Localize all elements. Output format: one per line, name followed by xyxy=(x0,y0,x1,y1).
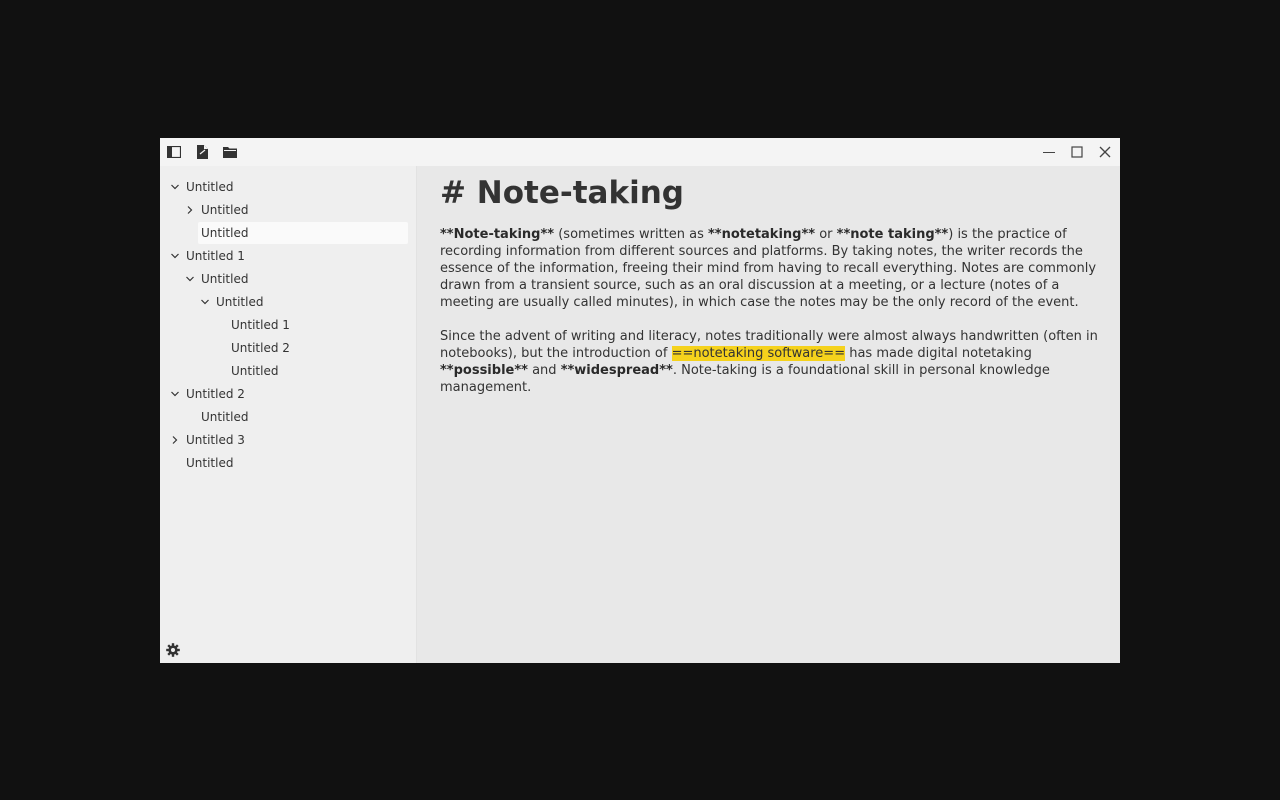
new-note-icon xyxy=(196,145,208,159)
app-window: Untitled Untitled Untitled Untitled 1 Untitl… xyxy=(160,138,1120,663)
sidebar: Untitled Untitled Untitled Untitled 1 Untitl… xyxy=(160,166,417,663)
bold-text: **possible** xyxy=(440,363,528,378)
bold-text: **note taking** xyxy=(836,227,949,242)
document-heading: # Note-taking xyxy=(440,175,684,211)
tree-item-label: Untitled xyxy=(201,272,249,286)
titlebar xyxy=(160,138,1120,166)
open-folder-button[interactable] xyxy=(221,143,239,161)
maximize-button[interactable] xyxy=(1068,143,1086,161)
sidebar-tree-item[interactable]: Untitled 3 xyxy=(168,429,408,451)
sidebar-tree-item[interactable]: Untitled xyxy=(168,268,408,290)
sidebar-tree-item[interactable]: Untitled 2 xyxy=(168,337,408,359)
sidebar-tree-item[interactable]: Untitled xyxy=(168,406,408,428)
chevron-right-icon[interactable] xyxy=(184,199,196,221)
tree-item-label: Untitled xyxy=(216,295,264,309)
chevron-down-icon[interactable] xyxy=(184,268,196,290)
paragraph-2: Since the advent of writing and literacy… xyxy=(440,328,1100,396)
text-span: or xyxy=(815,227,837,242)
bold-text: **notetaking** xyxy=(708,227,816,242)
chevron-down-icon[interactable] xyxy=(169,383,181,405)
new-note-button[interactable] xyxy=(193,143,211,161)
text-span: and xyxy=(527,363,561,378)
folder-icon xyxy=(223,146,237,158)
tree-item-label: Untitled xyxy=(231,364,279,378)
paragraph-1: **Note-taking** (sometimes written as **… xyxy=(440,226,1100,311)
tree-item-label: Untitled xyxy=(201,203,249,217)
sidebar-tree-item[interactable]: Untitled xyxy=(168,291,408,313)
tree-item-label: Untitled xyxy=(201,410,249,424)
tree-item-label: Untitled 1 xyxy=(231,318,290,332)
tree-item-label: Untitled 2 xyxy=(231,341,290,355)
bold-text: **widespread** xyxy=(560,363,673,378)
tree-item-label: Untitled 2 xyxy=(186,387,245,401)
tree-item-label: Untitled 1 xyxy=(186,249,245,263)
sidebar-tree-item[interactable]: Untitled 1 xyxy=(168,314,408,336)
minimize-button[interactable] xyxy=(1040,143,1058,161)
maximize-icon xyxy=(1070,145,1084,159)
text-span: has made digital notetaking xyxy=(845,346,1032,361)
bold-text: **Note-taking** xyxy=(440,227,555,242)
close-icon xyxy=(1098,145,1112,159)
chevron-down-icon[interactable] xyxy=(169,245,181,267)
sidebar-tree-item[interactable]: Untitled xyxy=(168,176,408,198)
tree-item-label: Untitled 3 xyxy=(186,433,245,447)
tree-item-label: Untitled xyxy=(201,226,249,240)
chevron-right-icon[interactable] xyxy=(169,429,181,451)
sidebar-tree-item[interactable]: Untitled 1 xyxy=(168,245,408,267)
sidebar-tree-item[interactable]: Untitled xyxy=(168,199,408,221)
sidebar-toggle-button[interactable] xyxy=(165,143,183,161)
close-button[interactable] xyxy=(1096,143,1114,161)
tree-item-label: Untitled xyxy=(186,456,234,470)
chevron-down-icon[interactable] xyxy=(169,176,181,198)
sidebar-tree-item[interactable]: Untitled xyxy=(168,360,408,382)
tree-item-label: Untitled xyxy=(186,180,234,194)
highlighted-text: ==notetaking software== xyxy=(671,346,846,361)
sidebar-tree-item[interactable]: Untitled xyxy=(198,222,408,244)
gear-icon[interactable] xyxy=(166,642,182,658)
editor[interactable]: # Note-taking **Note-taking** (sometimes… xyxy=(417,166,1120,663)
sidebar-toggle-icon xyxy=(167,146,181,158)
text-span: (sometimes written as xyxy=(554,227,708,242)
sidebar-tree-item[interactable]: Untitled 2 xyxy=(168,383,408,405)
chevron-down-icon[interactable] xyxy=(199,291,211,313)
minimize-icon xyxy=(1042,145,1056,159)
sidebar-tree-item[interactable]: Untitled xyxy=(168,452,408,474)
